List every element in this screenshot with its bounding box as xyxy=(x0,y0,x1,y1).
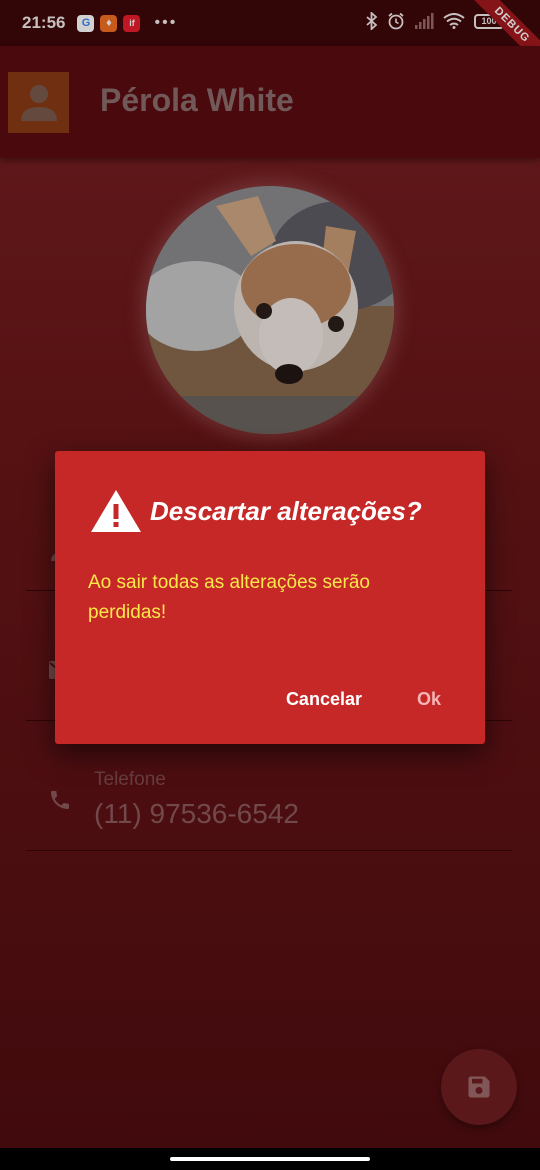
warning-icon xyxy=(91,490,141,532)
dialog-title: Descartar alterações? xyxy=(150,496,422,526)
ok-button[interactable]: Ok xyxy=(417,689,441,710)
dialog-message: Ao sair todas as alterações serão perdid… xyxy=(88,572,370,623)
system-navigation-bar xyxy=(0,1148,540,1170)
dialog-actions: Cancelar Ok xyxy=(286,689,441,710)
discard-changes-dialog: Descartar alterações? Ao sair todas as a… xyxy=(55,451,485,744)
home-gesture-handle[interactable] xyxy=(170,1157,370,1161)
cancel-button[interactable]: Cancelar xyxy=(286,689,362,710)
